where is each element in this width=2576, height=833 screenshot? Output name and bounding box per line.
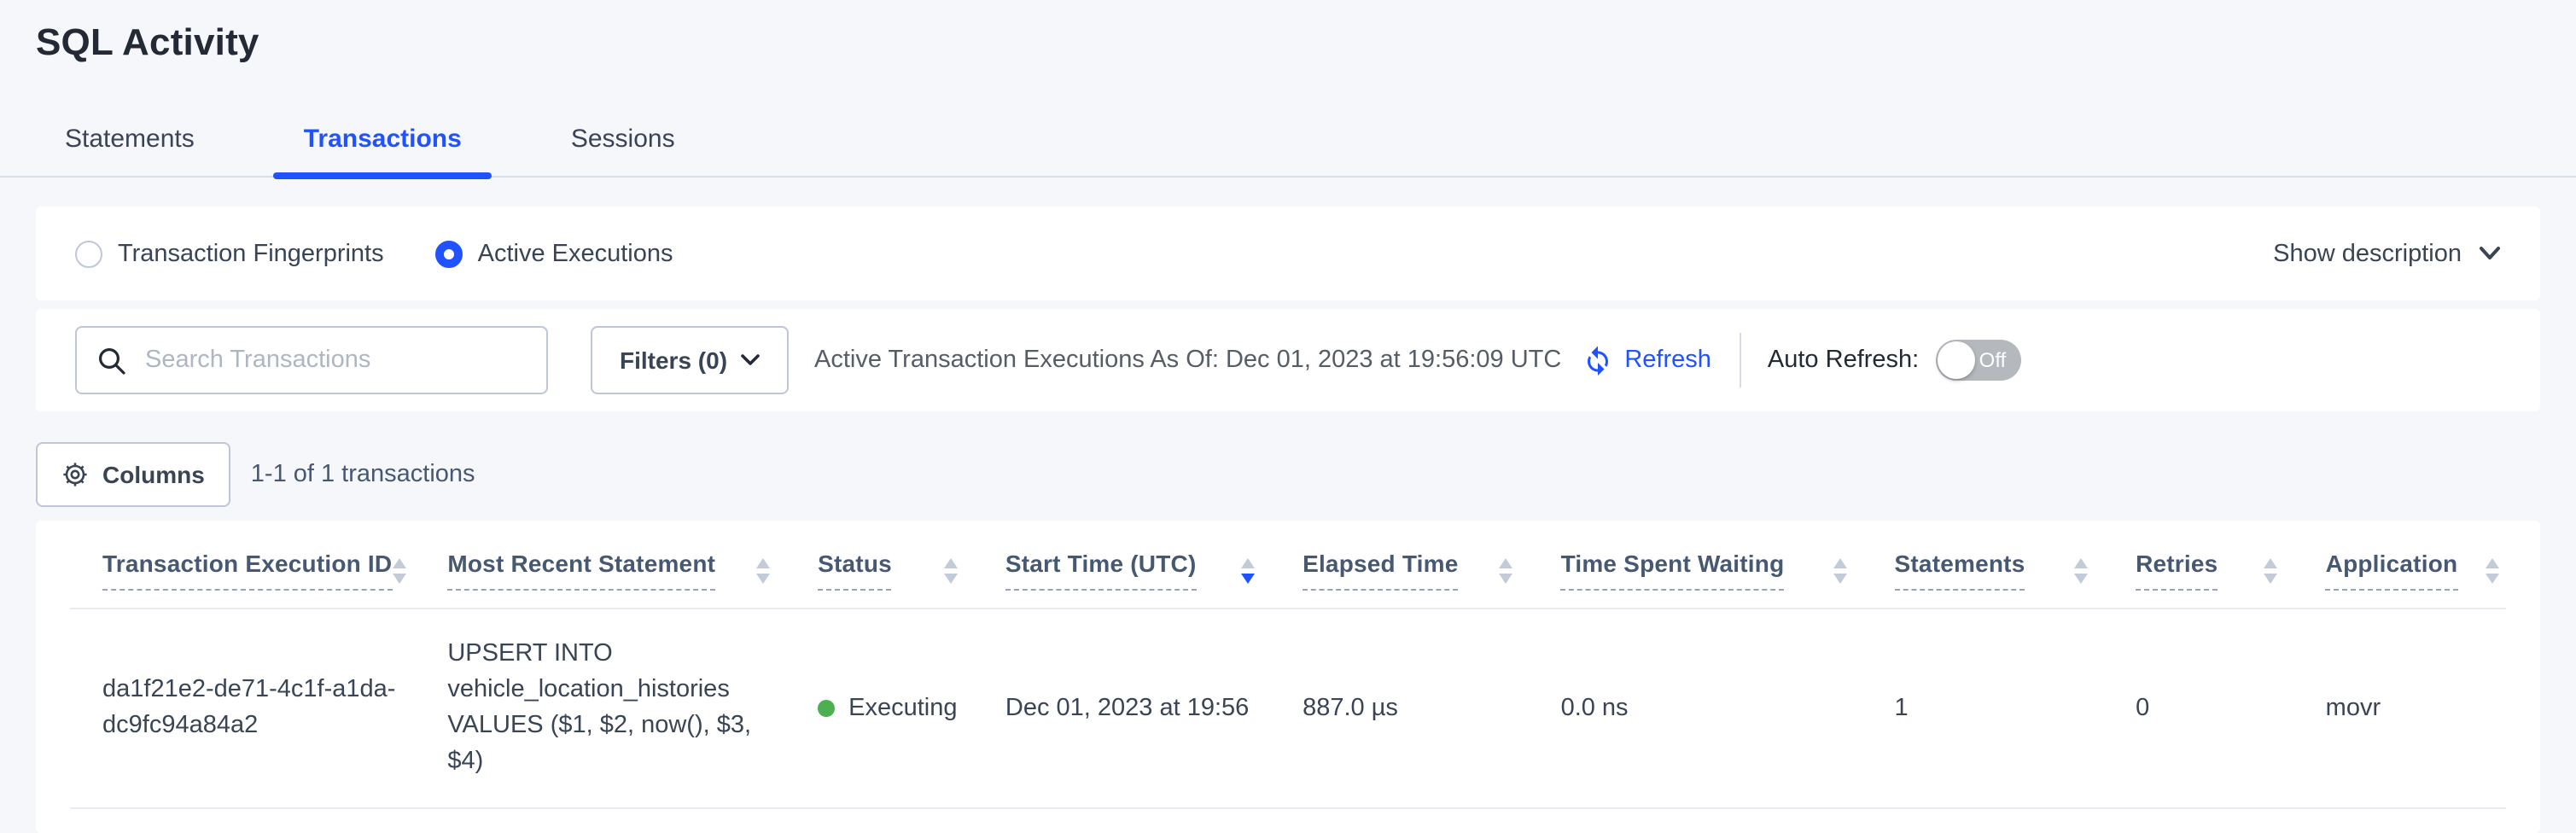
show-description-toggle[interactable]: Show description (2273, 240, 2501, 267)
column-header-time-spent-waiting[interactable]: Time Spent Waiting (1561, 521, 1895, 609)
radio-label: Transaction Fingerprints (118, 240, 384, 267)
as-of-timestamp: Active Transaction Executions As Of: Dec… (814, 347, 1561, 374)
cell-status: Executing (818, 609, 1005, 808)
auto-refresh-toggle[interactable]: Off (1936, 340, 2021, 381)
filters-button[interactable]: Filters (0) (591, 326, 789, 394)
search-icon (97, 346, 126, 375)
chevron-down-icon (2479, 246, 2501, 261)
sort-icon[interactable] (2074, 557, 2088, 583)
view-mode-bar: Transaction Fingerprints Active Executio… (36, 207, 2540, 300)
refresh-button[interactable]: Refresh (1582, 345, 1711, 376)
tab-transactions[interactable]: Transactions (273, 125, 492, 176)
cell-time-spent-waiting: 0.0 ns (1561, 609, 1895, 808)
auto-refresh-label: Auto Refresh: (1768, 347, 1919, 374)
column-header-most-recent-statement[interactable]: Most Recent Statement (447, 521, 818, 609)
cell-elapsed-time: 887.0 µs (1303, 609, 1561, 808)
tab-sessions[interactable]: Sessions (540, 125, 706, 176)
column-header-retries[interactable]: Retries (2136, 521, 2326, 609)
sort-icon[interactable] (2486, 557, 2499, 583)
sort-icon[interactable] (1833, 557, 1847, 583)
chevron-down-icon (741, 353, 760, 367)
gear-icon (61, 461, 89, 488)
cell-start-time: Dec 01, 2023 at 19:56 (1005, 609, 1303, 808)
sort-icon[interactable] (1500, 557, 1513, 583)
column-header-statements[interactable]: Statements (1895, 521, 2136, 609)
transactions-table-card: Transaction Execution ID Most Recent Sta… (36, 521, 2540, 833)
sort-icon[interactable] (944, 557, 958, 583)
table-header-row: Transaction Execution ID Most Recent Sta… (70, 521, 2506, 609)
radio-transaction-fingerprints[interactable]: Transaction Fingerprints (75, 240, 384, 267)
tab-bar: Statements Transactions Sessions (0, 125, 2576, 178)
cell-retries: 0 (2136, 609, 2326, 808)
filters-label: Filters (0) (620, 347, 727, 374)
cell-transaction-execution-id[interactable]: da1f21e2-de71-4c1f-a1da-dc9fc94a84a2 (70, 609, 447, 808)
cell-most-recent-statement[interactable]: UPSERT INTO vehicle_location_histories V… (447, 609, 818, 808)
table-controls-bar: Columns 1-1 of 1 transactions (36, 442, 2540, 507)
toggle-knob (1938, 341, 1975, 379)
columns-label: Columns (102, 461, 205, 488)
refresh-label: Refresh (1624, 347, 1711, 374)
column-header-application[interactable]: Application (2326, 521, 2506, 609)
toggle-state-label: Off (1979, 340, 2007, 381)
column-header-start-time[interactable]: Start Time (UTC) (1005, 521, 1303, 609)
cell-statements: 1 (1895, 609, 2136, 808)
search-input[interactable] (142, 345, 526, 376)
status-label: Executing (848, 690, 957, 726)
tab-statements[interactable]: Statements (34, 125, 225, 176)
column-header-status[interactable]: Status (818, 521, 1005, 609)
show-description-label: Show description (2273, 240, 2462, 267)
page-title: SQL Activity (0, 0, 2576, 68)
transactions-table: Transaction Execution ID Most Recent Sta… (70, 521, 2506, 809)
column-header-transaction-execution-id[interactable]: Transaction Execution ID (70, 521, 447, 609)
controls-bar: Filters (0) Active Transaction Execution… (36, 309, 2540, 411)
sort-icon[interactable] (2264, 557, 2278, 583)
result-count: 1-1 of 1 transactions (251, 461, 475, 488)
columns-button[interactable]: Columns (36, 442, 230, 507)
radio-label: Active Executions (478, 240, 673, 267)
sort-icon-active-desc[interactable] (1241, 557, 1255, 583)
radio-selected-icon[interactable] (435, 240, 463, 267)
sort-icon[interactable] (392, 557, 405, 583)
radio-unselected-icon[interactable] (75, 240, 102, 267)
cell-application: movr (2326, 609, 2506, 808)
sort-icon[interactable] (756, 557, 770, 583)
table-row[interactable]: da1f21e2-de71-4c1f-a1da-dc9fc94a84a2 UPS… (70, 609, 2506, 808)
radio-active-executions[interactable]: Active Executions (435, 240, 673, 267)
vertical-divider (1740, 333, 1742, 387)
column-header-elapsed-time[interactable]: Elapsed Time (1303, 521, 1561, 609)
status-executing-dot-icon (818, 700, 835, 717)
refresh-icon (1582, 345, 1612, 376)
sql-activity-page: SQL Activity Statements Transactions Ses… (0, 0, 2576, 785)
search-box[interactable] (75, 326, 548, 394)
